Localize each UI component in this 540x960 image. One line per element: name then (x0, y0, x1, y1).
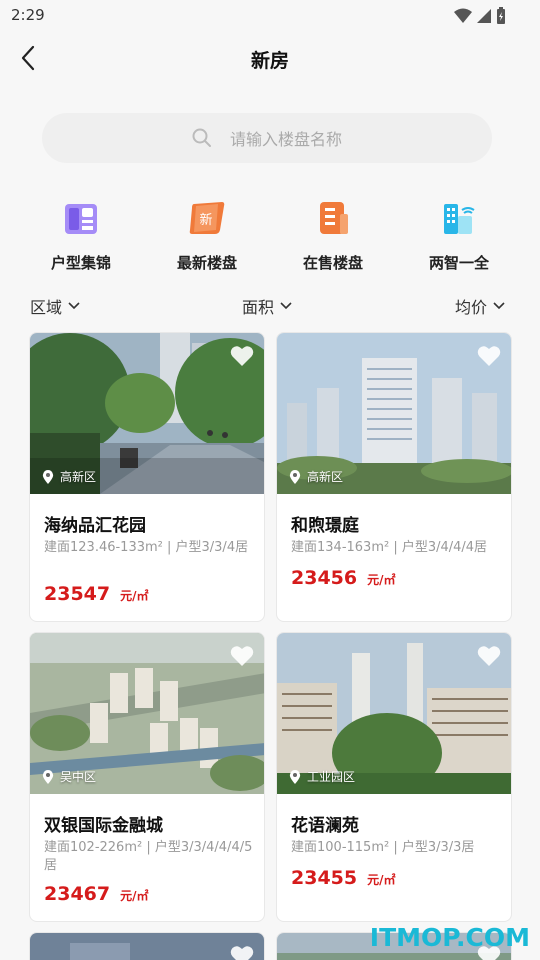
listing-price: 23547 (44, 583, 111, 605)
chevron-down-icon (493, 302, 505, 310)
favorite-icon[interactable] (230, 345, 254, 367)
price-row: 23467 元/㎡ (44, 883, 149, 905)
favorite-icon[interactable] (477, 645, 501, 667)
status-time: 2:29 (11, 6, 45, 24)
status-icons (454, 7, 506, 25)
quick-item-latest[interactable]: 新 最新楼盘 (144, 198, 270, 278)
floorplan-icon (61, 198, 101, 238)
building-icon (313, 198, 353, 238)
chevron-down-icon (68, 302, 80, 310)
listing-card[interactable] (29, 932, 265, 960)
price-row: 23547 元/㎡ (44, 583, 149, 605)
quick-nav: 户型集锦 新 最新楼盘 在售楼盘 两智一全 (0, 198, 540, 278)
filter-size[interactable]: 面积 (242, 294, 292, 318)
district-label: 工业园区 (307, 770, 356, 784)
new-badge-icon: 新 (187, 198, 227, 238)
price-unit: 元/㎡ (120, 889, 149, 903)
location-tag: 高新区 (42, 468, 96, 485)
page-title: 新房 (250, 50, 289, 72)
price-unit: 元/㎡ (367, 873, 396, 887)
filter-label: 均价 (455, 298, 488, 317)
search-placeholder: 请输入楼盘名称 (229, 130, 342, 149)
quick-label: 两智一全 (428, 254, 489, 272)
listing-name: 海纳品汇花园 (44, 516, 146, 536)
quick-label: 户型集锦 (50, 254, 111, 272)
filter-price[interactable]: 均价 (455, 294, 505, 318)
quick-item-smart[interactable]: 两智一全 (396, 198, 522, 278)
district-label: 高新区 (307, 470, 344, 484)
battery-icon (497, 7, 505, 24)
listing-spec: 建面123.46-133m² | 户型3/3/4居 (44, 540, 249, 555)
map-pin-icon (42, 469, 54, 484)
quick-label: 在售楼盘 (302, 254, 363, 272)
listing-photo (30, 933, 264, 960)
favorite-icon[interactable] (230, 645, 254, 667)
filter-bar: 区域 面积 均价 (0, 294, 540, 320)
map-pin-icon (42, 769, 54, 784)
listing-photo: 高新区 (30, 333, 264, 494)
nav-bar: 新房 (0, 36, 540, 82)
listing-name: 花语澜苑 (291, 816, 359, 836)
listing-name: 和煦璟庭 (291, 516, 359, 536)
price-unit: 元/㎡ (120, 589, 149, 603)
listing-spec: 建面102-226m² | 户型3/3/4/4/4/5居 (44, 840, 253, 873)
listing-photo: 高新区 (277, 333, 511, 494)
map-pin-icon (289, 769, 301, 784)
filter-label: 面积 (242, 298, 275, 317)
new-badge-text: 新 (199, 212, 212, 228)
district-label: 吴中区 (60, 770, 97, 784)
signal-icon (477, 9, 491, 23)
search-icon (192, 128, 211, 147)
quick-item-floorplans[interactable]: 户型集锦 (18, 198, 144, 278)
listing-name: 双银国际金融城 (44, 816, 163, 836)
location-tag: 吴中区 (42, 768, 96, 785)
smart-building-icon (439, 198, 479, 238)
price-unit: 元/㎡ (367, 573, 396, 587)
listing-spec: 建面134-163m² | 户型3/4/4/4居 (291, 540, 488, 555)
location-tag: 工业园区 (289, 768, 355, 785)
status-bar: 2:29 (0, 0, 540, 32)
listing-photo: 工业园区 (277, 633, 511, 794)
quick-label: 最新楼盘 (176, 254, 237, 272)
favorite-icon[interactable] (230, 945, 254, 960)
listing-price: 23456 (291, 567, 358, 589)
search-input[interactable]: 请输入楼盘名称 (42, 113, 492, 163)
filter-district[interactable]: 区域 (30, 294, 80, 318)
listing-card[interactable]: 高新区 海纳品汇花园 建面123.46-133m² | 户型3/3/4居 235… (29, 332, 265, 622)
price-row: 23455 元/㎡ (291, 867, 396, 889)
listing-card[interactable]: 高新区 和煦璟庭 建面134-163m² | 户型3/4/4/4居 23456 … (276, 332, 512, 622)
listing-price: 23455 (291, 867, 358, 889)
chevron-down-icon (280, 302, 292, 310)
listing-card[interactable]: 工业园区 花语澜苑 建面100-115m² | 户型3/3/3居 23455 元… (276, 632, 512, 922)
location-tag: 高新区 (289, 468, 343, 485)
filter-label: 区域 (30, 298, 63, 317)
watermark: ITMOP.COM (369, 923, 530, 952)
listing-card[interactable]: 吴中区 双银国际金融城 建面102-226m² | 户型3/3/4/4/4/5居… (29, 632, 265, 922)
listing-spec: 建面100-115m² | 户型3/3/3居 (291, 840, 475, 855)
price-row: 23456 元/㎡ (291, 567, 396, 589)
district-label: 高新区 (60, 470, 97, 484)
wifi-icon (454, 8, 472, 23)
map-pin-icon (289, 469, 301, 484)
listing-photo: 吴中区 (30, 633, 264, 794)
quick-item-on-sale[interactable]: 在售楼盘 (270, 198, 396, 278)
listing-price: 23467 (44, 883, 111, 905)
favorite-icon[interactable] (477, 345, 501, 367)
